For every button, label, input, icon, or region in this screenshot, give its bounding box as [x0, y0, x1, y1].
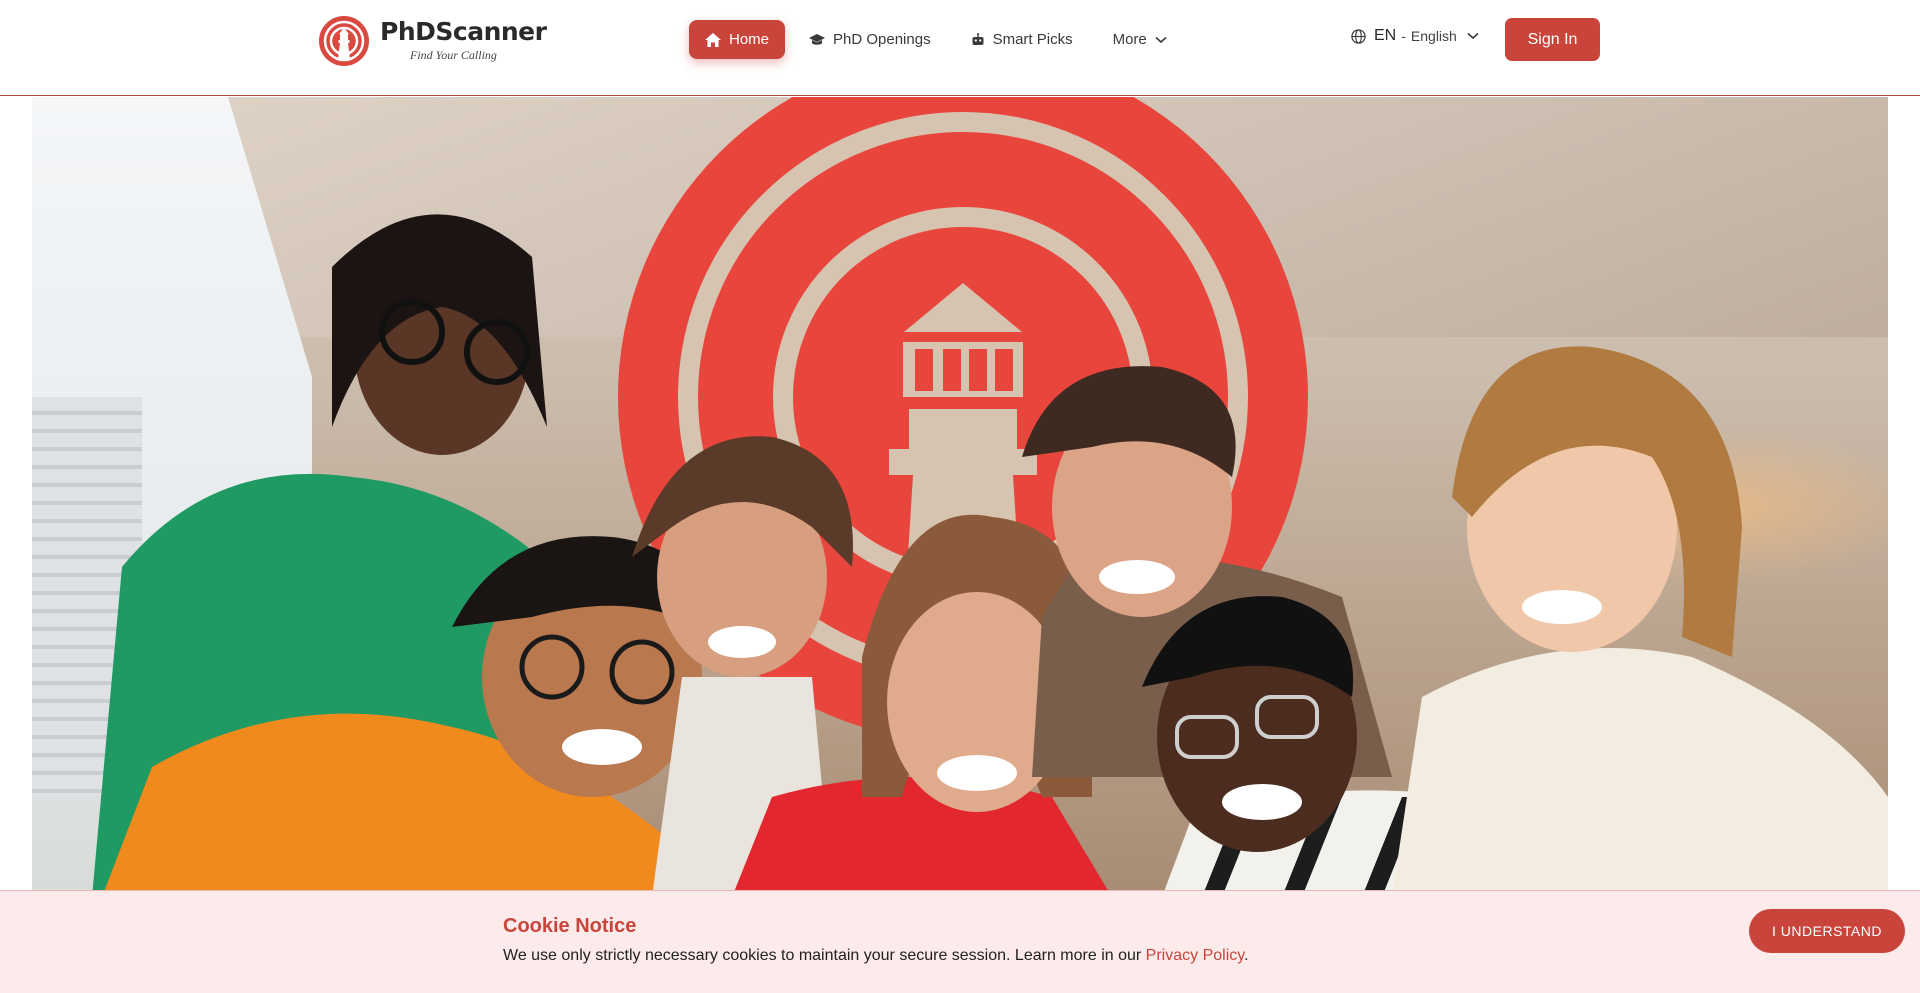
chevron-down-icon — [1467, 32, 1479, 40]
i-understand-button[interactable]: I UNDERSTAND — [1749, 909, 1905, 953]
students-group-photo — [92, 214, 1888, 897]
cookie-notice-end: . — [1244, 947, 1249, 964]
cookie-notice-title: Cookie Notice — [503, 915, 637, 937]
cookie-notice: Cookie Notice We use only strictly neces… — [0, 890, 1920, 993]
cookie-notice-text: We use only strictly necessary cookies t… — [503, 947, 1249, 965]
site-header: PhDScanner Find Your Calling Home PhD Op… — [0, 0, 1920, 96]
globe-icon — [1351, 28, 1366, 44]
language-selector[interactable]: EN - English — [1351, 27, 1479, 45]
nav-more-label: More — [1112, 31, 1147, 48]
nav-smart-picks-label: Smart Picks — [992, 31, 1073, 48]
nav-smart-picks[interactable]: Smart Picks — [955, 20, 1089, 59]
graduation-cap-icon — [809, 33, 826, 45]
cookie-notice-body: We use only strictly necessary cookies t… — [503, 947, 1142, 964]
brand-tagline: Find Your Calling — [410, 48, 497, 62]
language-code: EN — [1374, 27, 1397, 44]
nav-phd-openings-label: PhD Openings — [833, 31, 931, 48]
home-icon — [705, 32, 721, 47]
language-separator: - — [1401, 28, 1406, 44]
nav-home[interactable]: Home — [689, 20, 786, 59]
chevron-down-icon — [1155, 36, 1167, 43]
robot-icon — [972, 32, 984, 45]
nav-home-label: Home — [729, 31, 770, 48]
main-nav: Home PhD Openings Smart Picks More — [689, 20, 1191, 59]
language-name: English — [1410, 28, 1457, 44]
nav-phd-openings[interactable]: PhD Openings — [793, 20, 947, 59]
lighthouse-logo-icon — [319, 16, 369, 66]
brand-name: PhDScanner — [380, 17, 547, 46]
nav-more[interactable]: More — [1097, 20, 1183, 59]
privacy-policy-link[interactable]: Privacy Policy — [1146, 947, 1244, 964]
sign-in-button[interactable]: Sign In — [1505, 18, 1600, 61]
brand-logo[interactable]: PhDScanner Find Your Calling — [318, 15, 547, 67]
hero-image — [32, 97, 1888, 897]
